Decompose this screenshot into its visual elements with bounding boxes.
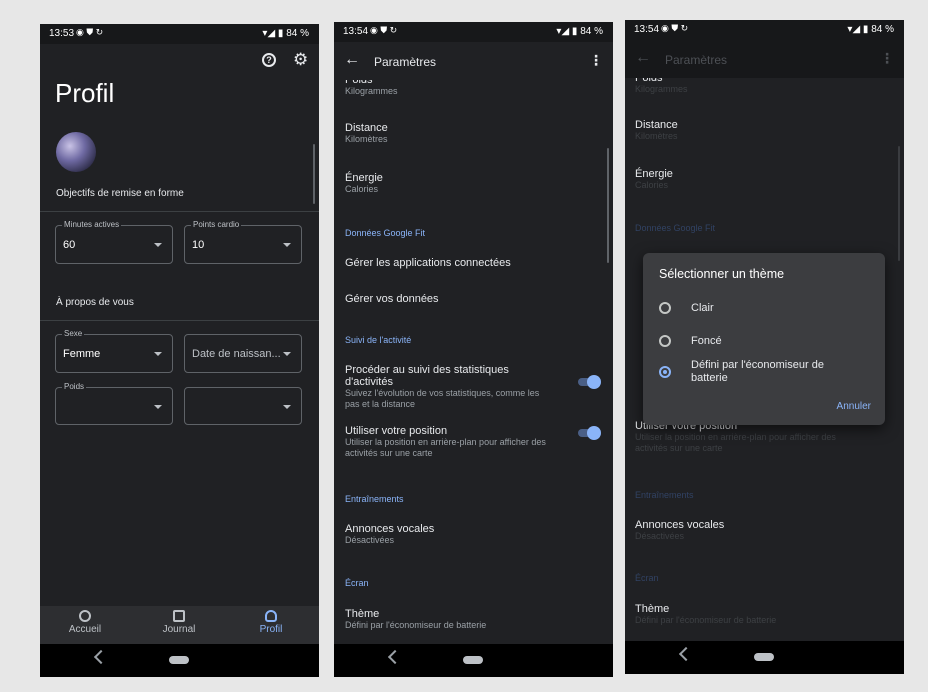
app-bar: ← Paramètres ⋮ [625,40,904,78]
height-select[interactable] [184,387,302,425]
bottom-navigation: Accueil Journal Profil [40,606,319,644]
system-back-icon[interactable] [678,646,694,662]
setting-track-stats[interactable]: Procéder au suivi des statistiques d'act… [345,364,555,410]
setting-distance[interactable]: Distance Kilomètres [345,122,585,145]
setting-energy[interactable]: Énergie Calories [345,172,585,195]
option-battery-saver[interactable]: Défini par l'économiseur de batterie [643,359,885,391]
system-back-icon[interactable] [93,649,109,665]
page-title: Profil [55,78,115,108]
system-nav-bar [40,644,319,677]
section-google-fit: Données Google Fit [345,228,426,238]
back-arrow-icon[interactable]: ← [344,51,360,69]
dropdown-caret-icon [283,243,291,247]
overflow-menu-icon[interactable]: ⋮ [589,52,603,69]
section-training: Entraînements [345,494,404,504]
system-nav-bar [334,644,613,677]
radio-button[interactable] [659,302,671,314]
dialog-title: Sélectionner un thème [659,267,785,281]
help-icon[interactable]: ? [262,53,276,67]
scrollbar[interactable] [313,144,315,204]
location-toggle[interactable] [578,426,601,440]
home-ring-icon [79,610,91,622]
goals-heading: Objectifs de remise en forme [56,188,184,199]
status-time: 13:53 [49,28,75,39]
about-heading: À propos de vous [56,297,134,308]
system-back-icon[interactable] [387,649,403,665]
app-bar: ← Paramètres ⋮ [334,42,613,80]
phone-profile: 13:53 ◉ ⛊ ↻ ▾◢ ▮ 84 % ? ⚙ Profil Objecti… [40,24,319,677]
app-notification-icon: ◉ ⛊ ↻ [76,27,104,37]
status-battery: ▾◢ ▮ 84 % [262,28,309,39]
status-bar: 13:54 ◉ ⛊ ↻ ▾◢ ▮ 84 % [334,22,613,42]
dropdown-caret-icon [283,405,291,409]
setting-voice-announcements[interactable]: Annonces vocales Désactivées [345,523,585,546]
journal-clipboard-icon [173,610,185,622]
option-fonce[interactable]: Foncé [643,331,885,353]
system-home-pill[interactable] [463,656,483,664]
app-notification-icon: ◉ ⛊ ↻ [661,23,689,33]
section-screen: Écran [345,578,369,588]
avatar[interactable] [56,132,96,172]
settings-gear-icon[interactable]: ⚙ [293,50,308,70]
system-nav-bar [625,641,904,674]
radio-button[interactable] [659,335,671,347]
setting-theme[interactable]: Thème Défini par l'économiseur de batter… [345,608,585,631]
radio-button-selected[interactable] [659,366,671,378]
cardio-points-select[interactable]: Points cardio 10 [184,220,302,264]
nav-home[interactable]: Accueil [60,610,110,635]
profile-person-icon [265,610,277,622]
divider [40,320,319,321]
back-arrow-icon: ← [635,49,651,66]
scrollbar [898,146,900,261]
weight-select[interactable]: Poids [55,382,173,425]
option-clair[interactable]: Clair [643,298,885,320]
setting-manage-data[interactable]: Gérer vos données [345,293,439,305]
nav-journal[interactable]: Journal [154,610,204,635]
scrollbar[interactable] [607,148,609,263]
appbar-title: Paramètres [374,55,437,69]
dropdown-caret-icon [283,352,291,356]
dropdown-caret-icon [154,405,162,409]
divider [40,211,319,212]
overflow-menu-icon: ⋮ [880,50,894,66]
system-home-pill[interactable] [754,653,774,661]
system-home-pill[interactable] [169,656,189,664]
dropdown-caret-icon [154,352,162,356]
status-bar: 13:53 ◉ ⛊ ↻ ▾◢ ▮ 84 % [40,24,319,44]
cancel-button[interactable]: Annuler [837,401,871,412]
section-activity: Suivi de l'activité [345,335,412,345]
app-notification-icon: ◉ ⛊ ↻ [370,25,398,35]
setting-use-location[interactable]: Utiliser votre position Utiliser la posi… [345,425,565,459]
birthdate-select[interactable]: Date de naissan... [184,334,302,373]
track-stats-toggle[interactable] [578,375,601,389]
theme-dialog: Sélectionner un thème Clair Foncé Défini… [643,253,885,425]
setting-connected-apps[interactable]: Gérer les applications connectées [345,257,511,269]
status-bar: 13:54 ◉ ⛊ ↻ ▾◢ ▮ 84 % [625,20,904,40]
phone-settings: 13:54 ◉ ⛊ ↻ ▾◢ ▮ 84 % ← Paramètres ⋮ Poi… [334,22,613,677]
dropdown-caret-icon [154,243,162,247]
phone-theme-dialog: 13:54 ◉ ⛊ ↻ ▾◢ ▮ 84 % ← Paramètres ⋮ Poi… [625,20,904,674]
nav-profile[interactable]: Profil [246,610,296,635]
active-minutes-select[interactable]: Minutes actives 60 [55,220,173,264]
sex-select[interactable]: Sexe Femme [55,329,173,373]
